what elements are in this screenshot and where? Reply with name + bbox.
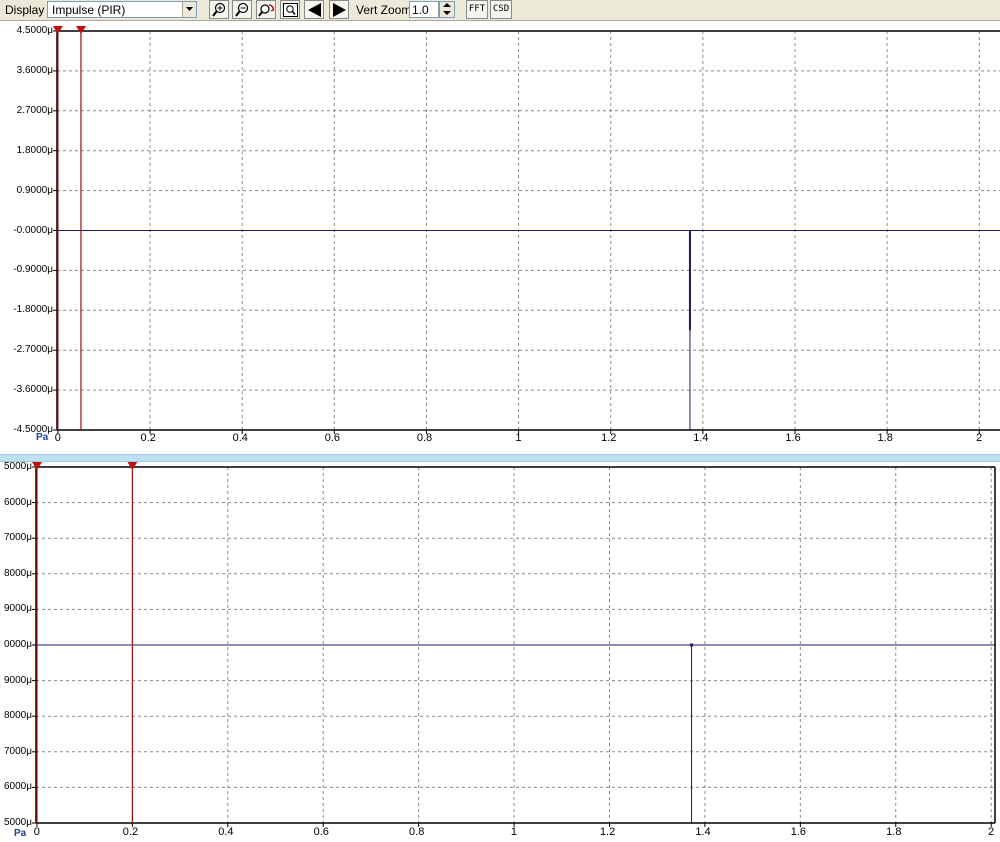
- panel-splitter[interactable]: [0, 454, 1000, 462]
- zoom-out-icon: [235, 2, 249, 17]
- y-tick-label: 8000μ: [3, 567, 32, 579]
- x-tick-label: 1.4: [695, 826, 711, 838]
- window-marker-handle: [127, 462, 138, 470]
- y-tick-label: 4.5000μ: [16, 25, 53, 36]
- impulse-plot-bottom: 5000μ 6000μ 7000μ 8000μ 9000μ 0000μ 9000μ 8000μ…: [0, 461, 1000, 842]
- vert-zoom-input[interactable]: 1.0: [409, 1, 439, 18]
- y-tick-label: -0.9000μ: [13, 264, 53, 276]
- impulse-plot-top: 4.5000μ 3.6000μ 2.7000μ 1.8000μ 0.9000μ -0.00…: [0, 20, 1000, 454]
- scroll-left-button[interactable]: [304, 0, 324, 19]
- x-tick-label: 2: [976, 432, 983, 444]
- unit-label: Pa: [14, 828, 27, 839]
- x-tick-label: 0.8: [416, 432, 433, 444]
- display-dropdown[interactable]: Impulse (PIR): [47, 1, 197, 18]
- window-marker-handle: [75, 26, 86, 34]
- arrow-left-icon: [308, 3, 321, 17]
- y-tick-label: 5000μ: [3, 817, 32, 828]
- csd-button[interactable]: CSD: [490, 0, 512, 19]
- window-marker-handle: [52, 26, 63, 34]
- y-tick-label: 6000μ: [3, 496, 32, 508]
- y-tick-label: 6000μ: [3, 781, 32, 793]
- y-tick-label: -1.8000μ: [13, 304, 53, 316]
- x-tick-label: 1.6: [790, 826, 807, 838]
- y-tick-label: 5000μ: [3, 461, 32, 472]
- x-tick-label: 0.6: [313, 826, 329, 838]
- y-tick-label: 0000μ: [3, 639, 32, 650]
- zoom-in-button[interactable]: [209, 0, 229, 19]
- y-tick-label: 7000μ: [3, 745, 32, 757]
- x-tick-label: 0.4: [232, 432, 248, 444]
- x-tick-label: 1.8: [886, 826, 902, 838]
- y-tick-label: -2.7000μ: [13, 344, 53, 356]
- unit-label: Pa: [36, 432, 49, 443]
- y-tick-label: 7000μ: [3, 532, 32, 544]
- spin-down-icon[interactable]: [440, 10, 454, 17]
- display-label: Display: [5, 3, 45, 17]
- scroll-right-button[interactable]: [329, 0, 349, 19]
- zoom-fit-button[interactable]: [280, 0, 300, 19]
- x-tick-label: 1.8: [877, 432, 893, 444]
- vert-zoom-label: Vert Zoom: [356, 3, 412, 17]
- arrow-right-icon: [333, 3, 346, 17]
- zoom-out-button[interactable]: [232, 0, 252, 19]
- x-tick-label: 1: [515, 432, 522, 444]
- display-dropdown-value: Impulse (PIR): [52, 3, 126, 17]
- y-tick-label: 1.8000μ: [16, 144, 53, 156]
- y-tick-label: 2.7000μ: [16, 104, 53, 116]
- x-tick-label: 1.6: [785, 432, 801, 444]
- x-tick-label: 1.2: [601, 432, 617, 444]
- x-tick-label: 1.2: [599, 826, 616, 838]
- x-tick-label: 1: [510, 826, 517, 838]
- zoom-fit-icon: [283, 3, 298, 17]
- plot-area-top[interactable]: [0, 20, 1000, 454]
- y-tick-label: 0.9000μ: [16, 184, 53, 196]
- zoom-reset-icon: [258, 4, 275, 17]
- x-tick-label: 0.4: [218, 826, 234, 838]
- x-tick-label: 0.6: [324, 432, 341, 444]
- spin-up-icon[interactable]: [440, 2, 454, 9]
- x-tick-label: 0: [54, 432, 61, 444]
- impulse-peak: [690, 643, 694, 647]
- y-tick-label: 9000μ: [3, 603, 32, 615]
- zoom-in-icon: [212, 2, 226, 17]
- x-tick-label: 0.2: [140, 432, 156, 444]
- window-marker-handle: [31, 462, 42, 470]
- y-tick-label: -3.6000μ: [13, 384, 53, 396]
- x-tick-label: 0.8: [409, 826, 425, 838]
- x-tick-label: 1.4: [693, 432, 709, 444]
- y-tick-label: 9000μ: [3, 674, 32, 686]
- y-tick-label: -0.0000μ: [13, 224, 53, 236]
- x-tick-label: 0: [33, 826, 40, 838]
- y-tick-label: 3.6000μ: [16, 64, 53, 76]
- x-tick-label: 2: [987, 826, 995, 838]
- zoom-reset-button[interactable]: [256, 0, 276, 19]
- fft-button[interactable]: FFT: [466, 0, 488, 19]
- x-tick-label: 0.2: [122, 826, 139, 838]
- y-tick-label: 8000μ: [3, 710, 32, 722]
- plot-area-bottom[interactable]: [0, 462, 1000, 842]
- toolbar: Display Impulse (PIR) Vert Zoom 1.0 FFT …: [0, 0, 1000, 21]
- chevron-down-icon[interactable]: [182, 2, 196, 17]
- vert-zoom-spinner[interactable]: [439, 1, 455, 18]
